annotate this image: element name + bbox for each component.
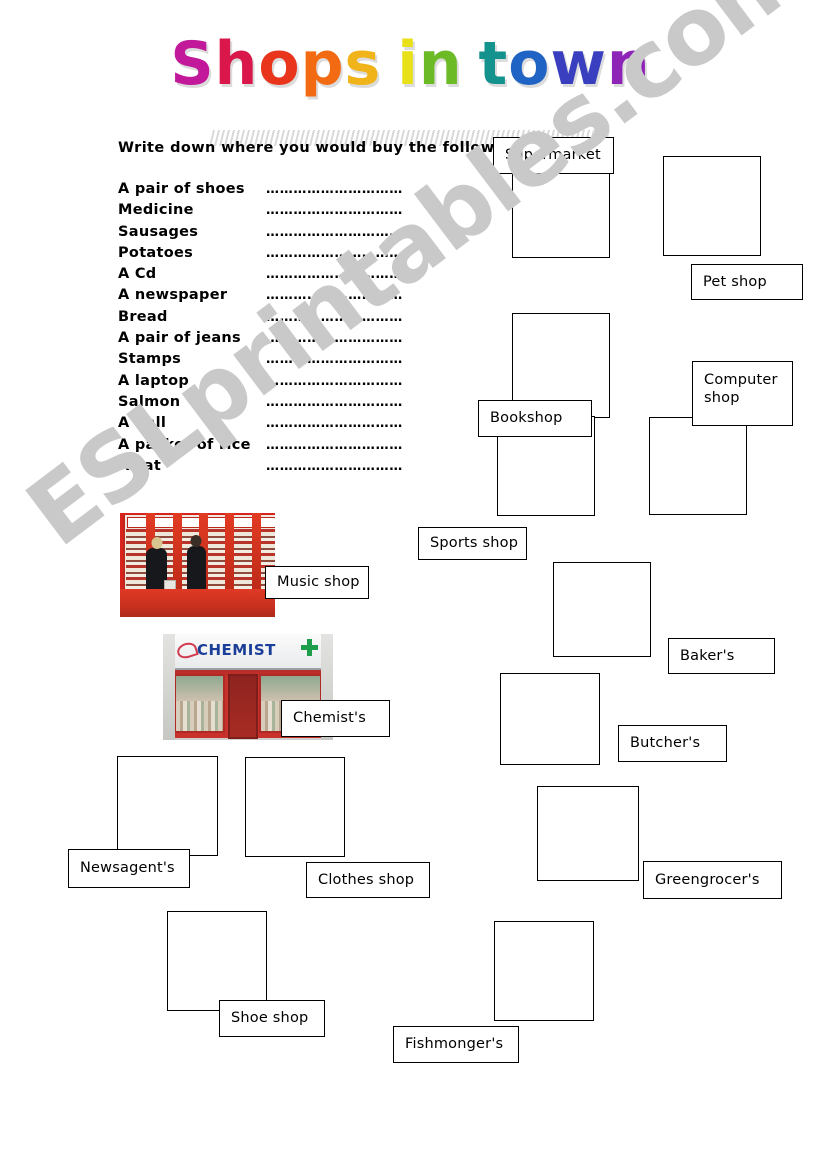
page-title: Shops in town bbox=[0, 34, 821, 146]
answer-blank[interactable]: ………………………………… bbox=[266, 374, 402, 389]
music-shop-photo bbox=[120, 513, 275, 617]
answer-blank[interactable]: ………………………………… bbox=[266, 459, 402, 474]
box-bakers[interactable] bbox=[553, 562, 651, 657]
shop-label-bakers[interactable]: Baker's bbox=[668, 638, 775, 674]
title-letter-9: t bbox=[478, 29, 509, 99]
shop-label-pet-shop[interactable]: Pet shop bbox=[691, 264, 803, 300]
shop-label-shoe-shop[interactable]: Shoe shop bbox=[219, 1000, 325, 1037]
list-item: A packet of rice ………………………………… bbox=[118, 437, 402, 458]
item-label: Stamps bbox=[118, 351, 182, 368]
item-label: Salmon bbox=[118, 393, 181, 410]
box-butchers[interactable] bbox=[500, 673, 600, 765]
answer-blank[interactable]: ………………………………… bbox=[266, 438, 402, 453]
title-letter-11: w bbox=[550, 29, 607, 99]
answer-blank[interactable]: ………………………………… bbox=[266, 352, 402, 367]
list-item: Stamps ………………………………… bbox=[118, 351, 402, 372]
answer-blank[interactable]: ………………………………… bbox=[266, 246, 402, 261]
box-fishmonger[interactable] bbox=[494, 921, 594, 1021]
item-label: A laptop bbox=[118, 372, 190, 389]
list-item: Bread ………………………………… bbox=[118, 309, 402, 330]
title-letter-1: h bbox=[214, 29, 259, 99]
list-item: A cat ………………………………… bbox=[118, 458, 402, 479]
item-label: A pair of jeans bbox=[118, 330, 241, 347]
answer-blank[interactable]: ………………………………… bbox=[266, 395, 402, 410]
title-letter-6: i bbox=[397, 29, 419, 99]
item-label: Bread bbox=[118, 308, 168, 325]
shop-label-bookshop[interactable]: Bookshop bbox=[478, 400, 592, 437]
list-item: A pair of jeans ………………………………… bbox=[118, 330, 402, 351]
answer-blank[interactable]: ………………………………… bbox=[266, 182, 402, 197]
answer-blank[interactable]: ………………………………… bbox=[266, 267, 402, 282]
item-label: Potatoes bbox=[118, 244, 194, 261]
chemist-sign-text: CHEMIST bbox=[197, 641, 276, 660]
pharmacy-cross-icon bbox=[300, 639, 318, 657]
list-item: Potatoes ………………………………… bbox=[118, 245, 402, 266]
item-label: Sausages bbox=[118, 223, 199, 240]
vocabulary-list: A pair of shoes ………………………………… Medicine …………… bbox=[118, 181, 402, 479]
instruction-text: Write down where you would buy the follo… bbox=[118, 140, 528, 156]
shop-label-clothes-shop[interactable]: Clothes shop bbox=[306, 862, 430, 898]
item-label: A cat bbox=[118, 457, 162, 474]
answer-blank[interactable]: ………………………………… bbox=[266, 288, 402, 303]
title-letter-2: o bbox=[258, 29, 301, 99]
item-label: A packet of rice bbox=[118, 436, 251, 453]
title-letter-12: n bbox=[606, 29, 651, 99]
list-item: A newspaper ………………………………… bbox=[118, 287, 402, 308]
title-letter-3: p bbox=[300, 29, 345, 99]
item-label: A ball bbox=[118, 415, 167, 432]
box-shoe-shop[interactable] bbox=[167, 911, 267, 1011]
box-newsagents[interactable] bbox=[117, 756, 218, 856]
list-item: Salmon ………………………………… bbox=[118, 394, 402, 415]
shop-label-sports-shop[interactable]: Sports shop bbox=[418, 527, 527, 560]
list-item: Sausages ………………………………… bbox=[118, 224, 402, 245]
answer-blank[interactable]: ………………………………… bbox=[266, 416, 402, 431]
shop-label-newsagents[interactable]: Newsagent's bbox=[68, 849, 190, 888]
title-letter-4: s bbox=[344, 29, 382, 99]
item-label: A Cd bbox=[118, 266, 157, 283]
title-text: Shops in town bbox=[170, 34, 650, 94]
box-computer[interactable] bbox=[649, 417, 747, 515]
shop-label-butchers[interactable]: Butcher's bbox=[618, 725, 727, 762]
answer-blank[interactable]: ………………………………… bbox=[266, 225, 402, 240]
list-item: A ball ………………………………… bbox=[118, 415, 402, 436]
item-label: Medicine bbox=[118, 202, 194, 219]
worksheet-page: Shops in town Write down where you would b… bbox=[0, 0, 821, 1169]
shop-label-chemists[interactable]: Chemist's bbox=[281, 700, 390, 737]
list-item: A pair of shoes ………………………………… bbox=[118, 181, 402, 202]
shop-label-greengrocers[interactable]: Greengrocer's bbox=[643, 861, 782, 899]
box-pet-shop[interactable] bbox=[663, 156, 761, 256]
answer-blank[interactable]: ………………………………… bbox=[266, 203, 402, 218]
list-item: A laptop ………………………………… bbox=[118, 373, 402, 394]
box-clothes[interactable] bbox=[245, 757, 345, 857]
answer-blank[interactable]: ………………………………… bbox=[266, 331, 402, 346]
shop-label-computer-shop[interactable]: Computer shop bbox=[692, 361, 793, 426]
title-letter-0: S bbox=[170, 29, 215, 99]
shop-label-supermarket[interactable]: Supermarket bbox=[493, 137, 614, 174]
list-item: A Cd ………………………………… bbox=[118, 266, 402, 287]
list-item: Medicine ………………………………… bbox=[118, 202, 402, 223]
title-letter-7: n bbox=[418, 29, 463, 99]
shop-label-fishmonger[interactable]: Fishmonger's bbox=[393, 1026, 519, 1063]
answer-blank[interactable]: ………………………………… bbox=[266, 310, 402, 325]
item-label: A newspaper bbox=[118, 287, 228, 304]
title-letter-10: o bbox=[508, 29, 551, 99]
shop-label-music-shop[interactable]: Music shop bbox=[265, 566, 369, 599]
item-label: A pair of shoes bbox=[118, 181, 245, 197]
box-greengrocers[interactable] bbox=[537, 786, 639, 881]
